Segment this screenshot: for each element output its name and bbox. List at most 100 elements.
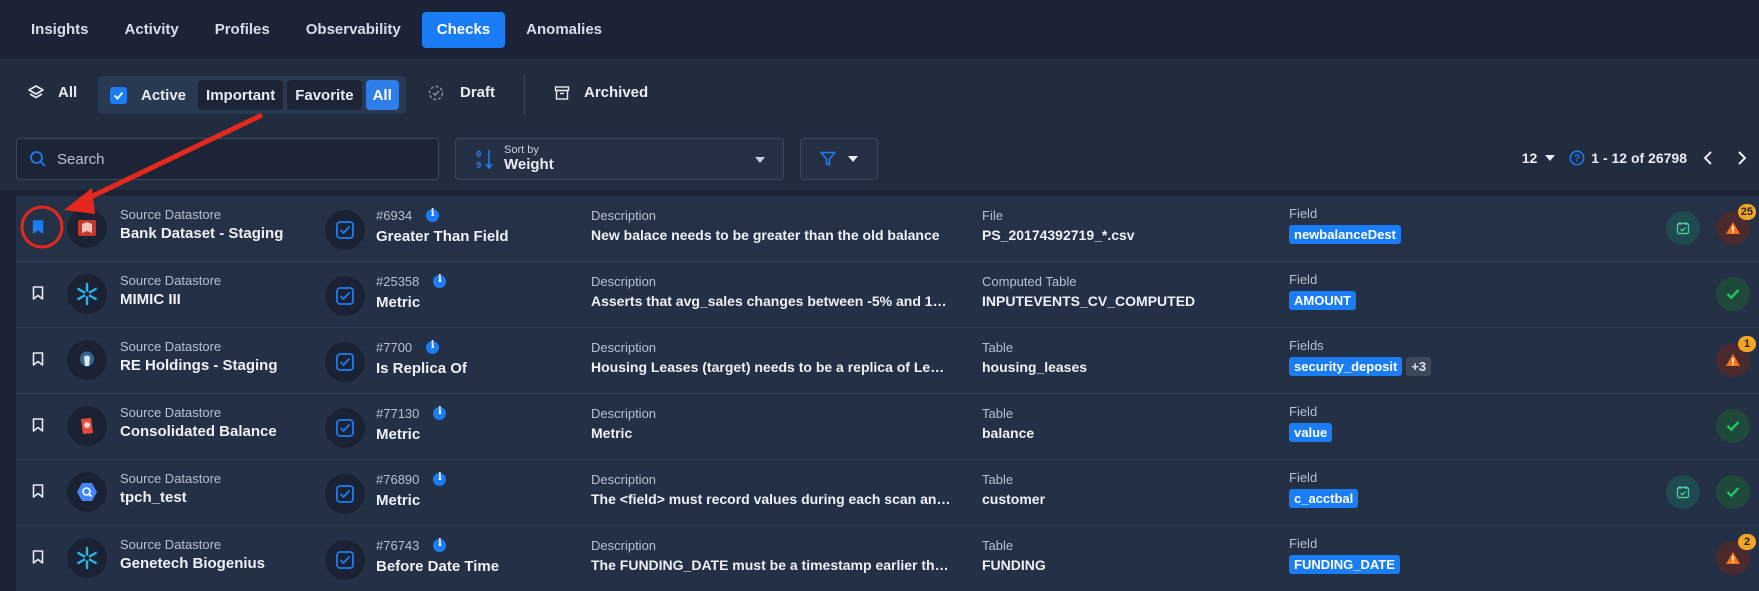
check-rule-type: Metric (376, 492, 421, 509)
source-datastore: Source Datastore RE Holdings - Staging (120, 339, 278, 374)
search-box[interactable] (16, 138, 439, 180)
field-tag[interactable]: value (1289, 423, 1333, 442)
tab-activity[interactable]: Activity (110, 12, 194, 48)
field-tag[interactable]: AMOUNT (1289, 291, 1357, 310)
source-name[interactable]: Bank Dataset - Staging (120, 225, 283, 242)
passed-status-icon[interactable] (1716, 475, 1750, 509)
check-icon (113, 91, 124, 100)
field-tag[interactable]: FUNDING_DATE (1289, 555, 1400, 574)
info-icon[interactable] (426, 340, 440, 354)
source-name[interactable]: Genetech Biogenius (120, 555, 265, 572)
check-row[interactable]: Source Datastore MIMIC III #25358 Metric… (16, 262, 1759, 328)
check-rule-type: Is Replica Of (376, 360, 467, 377)
schedule-icon[interactable] (1666, 475, 1700, 509)
source-label: Source Datastore (120, 537, 222, 552)
source-name[interactable]: MIMIC III (120, 291, 221, 308)
check-id[interactable]: #7700 (376, 340, 412, 355)
tab-insights[interactable]: Insights (16, 12, 104, 48)
filter-draft[interactable]: Draft (428, 84, 495, 101)
more-fields-tag[interactable]: +3 (1406, 357, 1432, 376)
bookmark-icon[interactable] (32, 484, 44, 503)
tab-observability[interactable]: Observability (291, 12, 416, 48)
help-icon[interactable]: ? (1569, 150, 1585, 166)
filter-button[interactable] (800, 138, 878, 180)
anomaly-warning-icon[interactable]: 1 (1716, 336, 1756, 377)
container-label: Table (982, 538, 1014, 553)
page-range: 1 - 12 of 26798 (1591, 150, 1687, 166)
info-icon[interactable] (426, 208, 440, 222)
container-name[interactable]: FUNDING (982, 557, 1046, 573)
tab-anomalies[interactable]: Anomalies (511, 12, 617, 48)
bookmark-icon[interactable] (32, 286, 44, 305)
chevron-right-icon[interactable] (1737, 151, 1747, 165)
filter-draft-label: Draft (460, 84, 496, 101)
field-tag[interactable]: c_acctbal (1289, 489, 1359, 508)
check-id[interactable]: #76743 (376, 538, 419, 553)
filter-important[interactable]: Important (198, 80, 284, 110)
schedule-icon[interactable] (1666, 211, 1700, 245)
description-label: Description (591, 406, 657, 421)
bookmark-icon[interactable] (32, 550, 44, 569)
check-type-icon (325, 408, 365, 448)
check-description: Description Asserts that avg_sales chang… (591, 274, 951, 309)
check-id[interactable]: #6934 (376, 208, 412, 223)
tab-profiles[interactable]: Profiles (200, 12, 285, 48)
passed-status-icon[interactable] (1716, 277, 1750, 311)
info-icon[interactable] (433, 274, 447, 288)
container-name[interactable]: PS_20174392719_*.csv (982, 227, 1135, 243)
check-identity: #76890 Metric (376, 472, 447, 509)
check-id[interactable]: #76890 (376, 472, 419, 487)
info-icon[interactable] (433, 406, 447, 420)
bookmark-icon[interactable] (32, 352, 44, 371)
chevron-down-icon (848, 156, 858, 162)
bookmark-icon[interactable] (32, 220, 44, 239)
check-row[interactable]: Source Datastore Consolidated Balance #7… (16, 394, 1759, 460)
container-name[interactable]: housing_leases (982, 359, 1087, 375)
bookmark-icon[interactable] (32, 418, 44, 437)
active-checkbox[interactable] (110, 86, 127, 104)
chevron-down-icon[interactable] (1545, 155, 1556, 161)
source-name[interactable]: tpch_test (120, 489, 221, 506)
page-size-value[interactable]: 12 (1522, 150, 1538, 166)
check-description: Description The <field> must record valu… (591, 472, 951, 507)
status-filter-bar: All Active Important Favorite All Draft … (0, 60, 1759, 130)
description-text: Metric (591, 425, 633, 441)
filter-all[interactable]: All (28, 84, 77, 101)
field-tag[interactable]: security_deposit (1289, 357, 1403, 376)
anomaly-warning-icon[interactable]: 2 (1716, 534, 1756, 575)
anomaly-warning-icon[interactable]: 25 (1716, 204, 1756, 245)
filter-all-selected[interactable]: All (365, 80, 399, 110)
filter-active[interactable]: Active (141, 80, 194, 110)
info-icon[interactable] (433, 472, 447, 486)
source-name[interactable]: Consolidated Balance (120, 423, 277, 440)
source-label: Source Datastore (120, 471, 222, 486)
field-tag[interactable]: newbalanceDest (1289, 225, 1401, 244)
check-rule-type: Before Date Time (376, 558, 500, 575)
check-row[interactable]: Source Datastore Genetech Biogenius #767… (16, 526, 1759, 591)
sort-dropdown[interactable]: 09 Sort by Weight (455, 138, 784, 180)
check-identity: #25358 Metric (376, 274, 447, 311)
container-name[interactable]: balance (982, 425, 1034, 441)
source-name[interactable]: RE Holdings - Staging (120, 357, 278, 374)
tab-checks[interactable]: Checks (421, 11, 506, 48)
snowflake-icon (67, 538, 107, 578)
info-icon[interactable] (433, 538, 447, 552)
check-row[interactable]: Source Datastore Bank Dataset - Staging … (16, 196, 1759, 262)
filter-archived[interactable]: Archived (554, 84, 648, 101)
check-description: Description Housing Leases (target) need… (591, 340, 951, 375)
filter-favorite[interactable]: Favorite (287, 80, 362, 110)
divider (524, 75, 525, 115)
description-text: The FUNDING_DATE must be a timestamp ear… (591, 557, 951, 573)
check-row[interactable]: Source Datastore RE Holdings - Staging #… (16, 328, 1759, 394)
check-fields: Field c_acctbal (1289, 470, 1359, 508)
check-row[interactable]: Source Datastore tpch_test #76890 Metric… (16, 460, 1759, 526)
container-name[interactable]: INPUTEVENTS_CV_COMPUTED (982, 293, 1195, 309)
container-name[interactable]: customer (982, 491, 1045, 507)
snowflake-icon (67, 274, 107, 314)
check-id[interactable]: #77130 (376, 406, 419, 421)
description-text: The <field> must record values during ea… (591, 491, 951, 507)
check-id[interactable]: #25358 (376, 274, 419, 289)
chevron-left-icon[interactable] (1703, 151, 1713, 165)
search-input[interactable] (57, 150, 417, 168)
passed-status-icon[interactable] (1716, 409, 1750, 443)
